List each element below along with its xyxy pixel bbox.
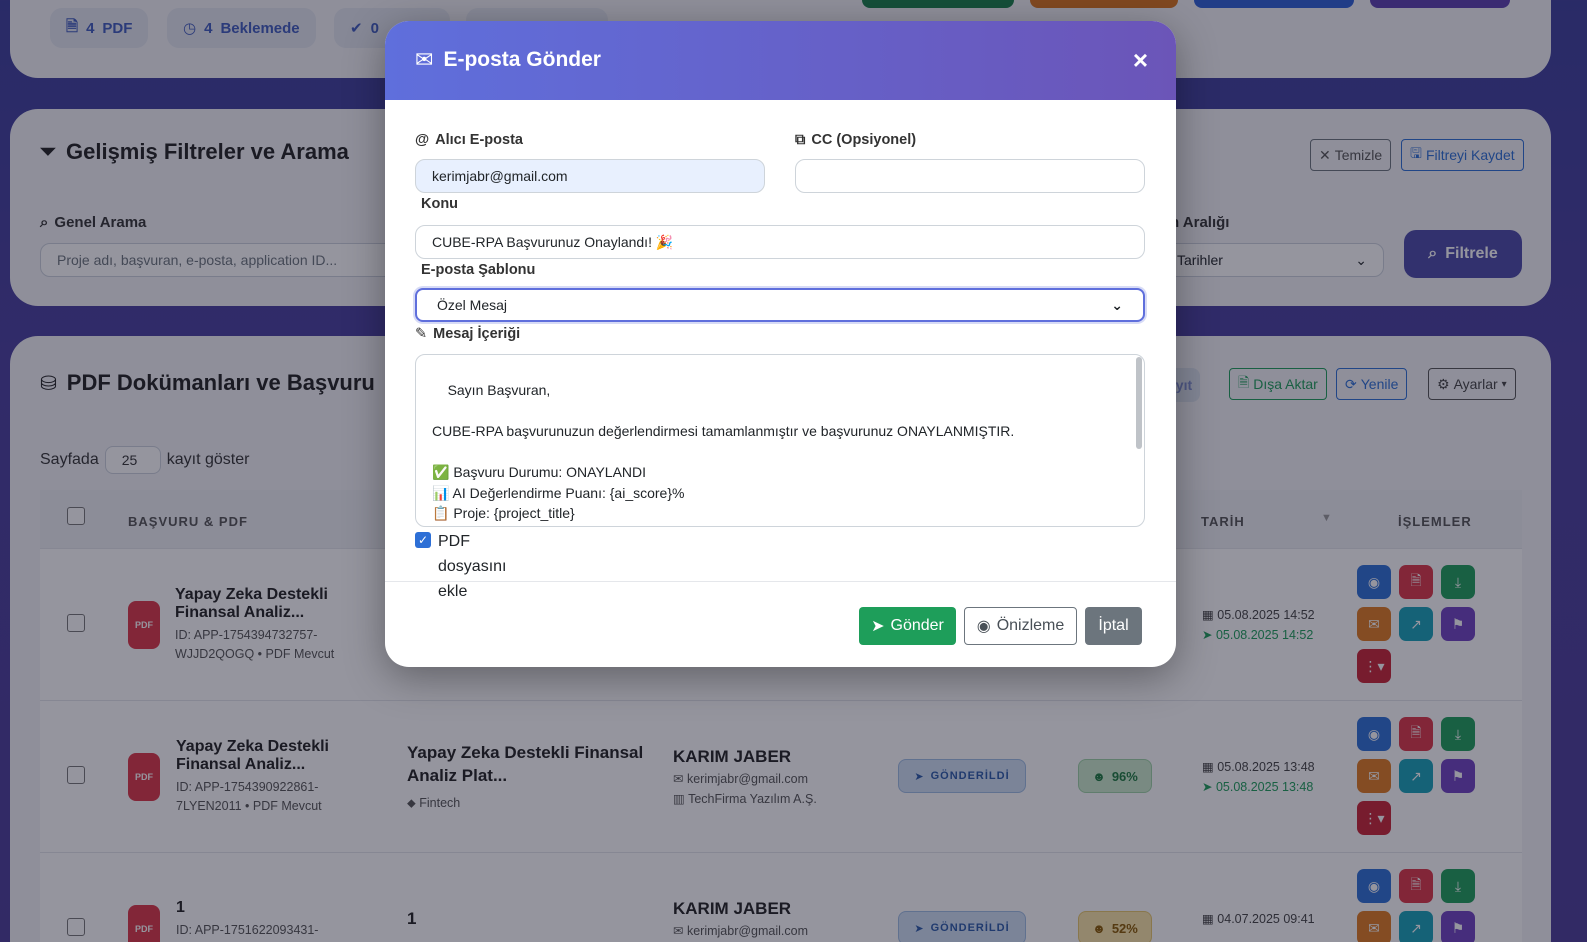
textarea-scrollbar[interactable] (1136, 357, 1142, 449)
preview-button[interactable]: ◉ Önizleme (964, 607, 1077, 645)
paper-plane-icon: ➤ (871, 618, 885, 635)
modal-header: ✉ E-posta Gönder × (385, 21, 1176, 100)
copy-icon: ⧉ (795, 132, 806, 148)
close-button[interactable]: × (1133, 47, 1148, 73)
eye-icon: ◉ (976, 618, 991, 635)
chevron-down-icon: ⌄ (1111, 296, 1123, 313)
envelope-icon: ✉ (415, 47, 434, 72)
recipient-label: @ Alıcı E-posta (415, 132, 523, 148)
subject-label: Konu (421, 196, 459, 212)
template-label: E-posta Şablonu (421, 262, 536, 278)
cancel-button[interactable]: İptal (1085, 607, 1142, 645)
recipient-email-field[interactable]: kerimjabr@gmail.com (415, 159, 765, 193)
at-icon: @ (415, 132, 430, 148)
edit-icon: ✎ (415, 326, 428, 342)
message-textarea[interactable]: Sayın Başvuran, CUBE-RPA başvurunuzun de… (415, 354, 1145, 527)
email-modal: ✉ E-posta Gönder × @ Alıcı E-posta kerim… (385, 21, 1176, 667)
subject-field[interactable]: CUBE-RPA Başvurunuz Onaylandı! 🎉 (415, 225, 1145, 259)
template-select[interactable]: Özel Mesaj ⌄ (415, 288, 1145, 322)
cc-field[interactable] (795, 159, 1145, 193)
cc-label: ⧉ CC (Opsiyonel) (795, 132, 917, 148)
send-button[interactable]: ➤ Gönder (859, 607, 956, 645)
modal-title: ✉ E-posta Gönder (415, 47, 601, 72)
modal-footer: ➤ Gönder ◉ Önizleme İptal (385, 581, 1176, 667)
message-label: ✎ Mesaj İçeriği (415, 326, 521, 342)
attach-pdf-checkbox[interactable]: ✓ (415, 532, 431, 548)
